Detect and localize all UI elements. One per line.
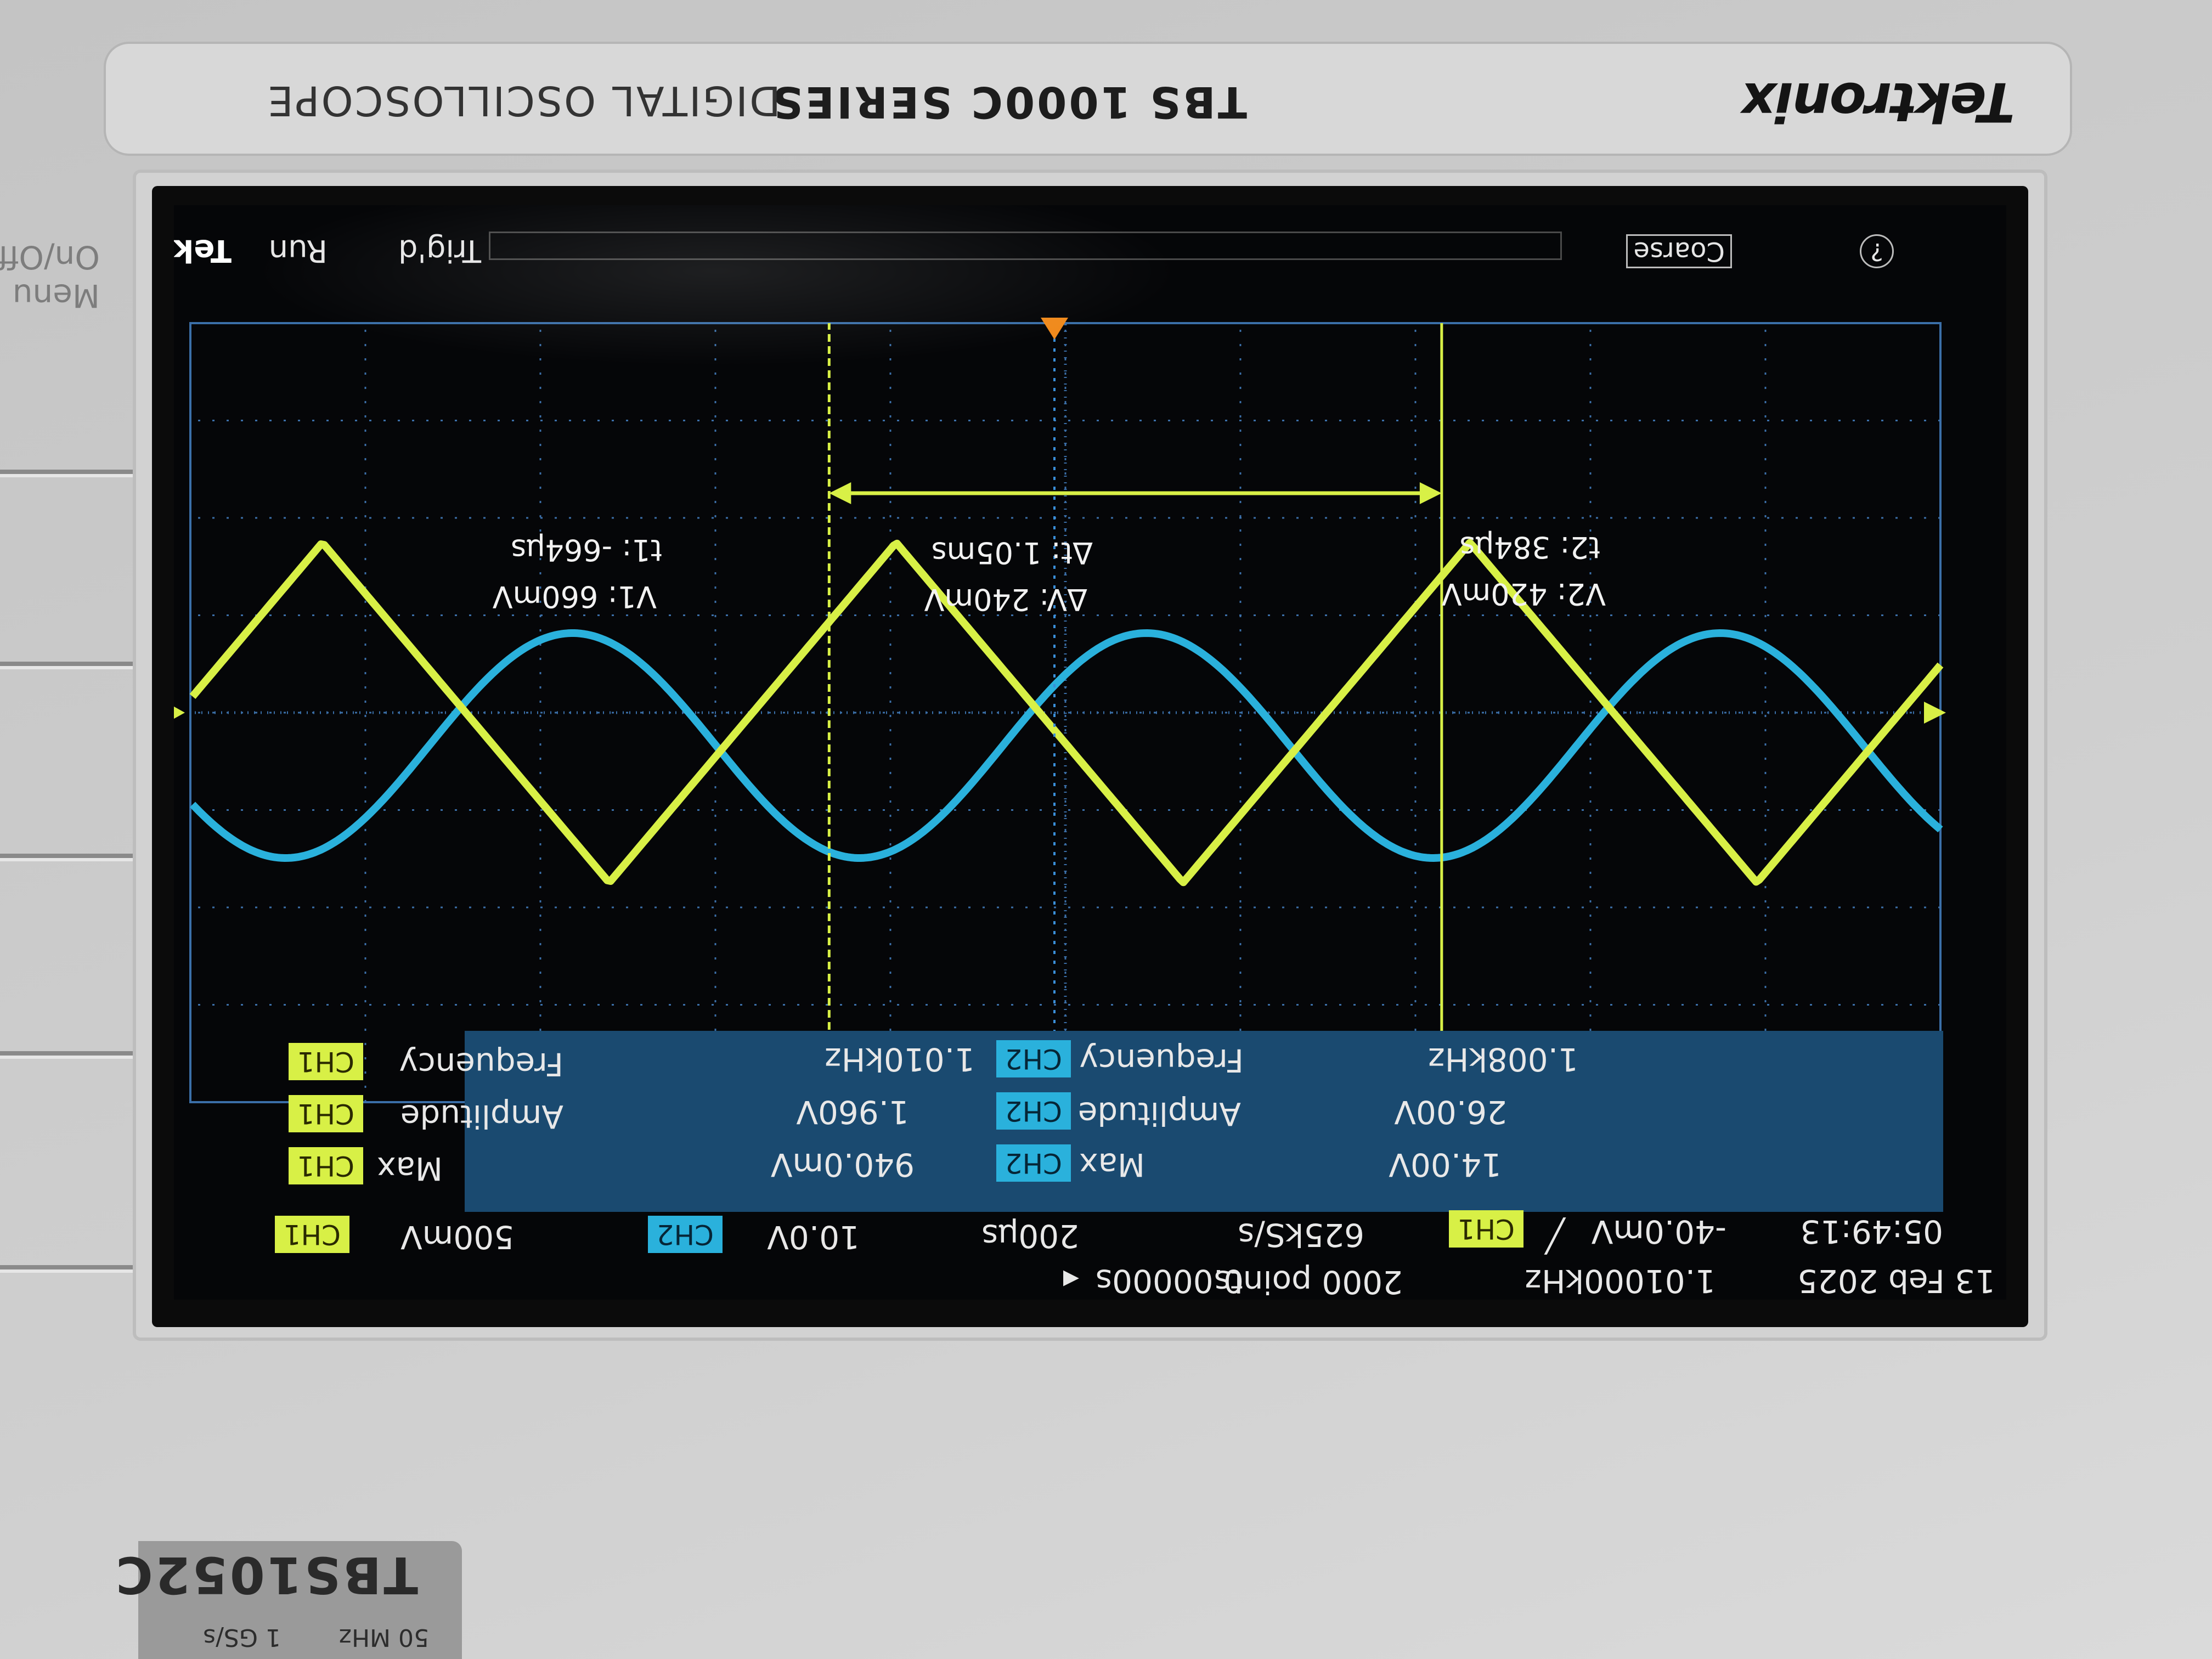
date: 13 Feb 2025 (1797, 1262, 1995, 1300)
meas-ch1-frequency-value: 1.010kHz (825, 1041, 975, 1078)
meas-ch1-max-value: 940.0mV (770, 1146, 915, 1183)
meas-ch2-badge-frequency: CH2 (996, 1040, 1071, 1077)
oscilloscope-photo: TBS1052C 50 MHz 1 GS/s Menu On/Off CH1 C… (0, 0, 2212, 1659)
meas-ch1-badge-max: CH1 (288, 1147, 363, 1184)
model-tag: TBS1052C 50 MHz 1 GS/s (114, 1541, 462, 1659)
cursor-v1-readout: V1: 660mV (492, 579, 657, 614)
model-name: TBS1052C (114, 1545, 418, 1604)
trigger-slope-icon: ╱ (1545, 1217, 1565, 1255)
delta-t-arrow-head-right (829, 482, 851, 504)
meas-ch2-amplitude-label: Amplitude (1077, 1095, 1241, 1132)
trigger-state: Trig'd (398, 233, 481, 268)
ch2-scale-badge[interactable]: CH2 (647, 1216, 723, 1253)
ch2-scale: 10.0V (767, 1218, 860, 1256)
meas-ch2-max-value: 14.00V (1389, 1146, 1502, 1183)
cursor-t2-readout: t2: 384μs (1459, 530, 1600, 565)
on-off-label-text: On/Off (0, 239, 100, 276)
meas-ch1-amplitude-label: Amplitude (400, 1098, 563, 1135)
record-view-bar (489, 232, 1562, 260)
brand-logo: Tektronix (1742, 70, 2015, 133)
trigger-level-marker (1924, 702, 1946, 724)
series-subtitle: DIGITAL OSCILLOSCOPE (266, 77, 781, 124)
ch1-ground-marker (174, 699, 185, 726)
meas-ch1-badge-frequency: CH1 (288, 1043, 363, 1080)
timebase: 200μs (981, 1217, 1079, 1255)
cursor-t1-readout: t1: -664μs (511, 533, 662, 567)
record-length: 2000 points (1214, 1263, 1403, 1300)
model-spec-sample-rate: 1 GS/s (203, 1623, 281, 1651)
coarse-fine-toggle[interactable]: Coarse (1626, 234, 1732, 268)
meas-ch2-amplitude-value: 26.00V (1394, 1093, 1507, 1131)
meas-ch2-badge-max: CH2 (996, 1144, 1071, 1182)
oscilloscope-display: CH1 CH1 CH1 Max Amplitude Frequency 940.… (174, 205, 2006, 1300)
delta-t-arrow (829, 482, 1442, 504)
acquisition-run-state: Run (268, 233, 328, 268)
meas-ch1-frequency-label: Frequency (399, 1046, 563, 1083)
model-spec-bandwidth: 50 MHz (338, 1623, 429, 1651)
meas-ch1-max-label: Max (377, 1150, 443, 1187)
meas-ch2-frequency-value: 1.008kHz (1428, 1041, 1578, 1078)
trigger-time-marker (1041, 318, 1068, 340)
horizontal-position-arrow-icon: ◂ (1063, 1262, 1079, 1300)
series-label: TBS 1000C SERIES (770, 77, 1247, 126)
trigger-source-badge[interactable]: CH1 (1448, 1210, 1523, 1248)
delta-t-arrow-head-left (1419, 482, 1442, 504)
trigger-level: -40.0mV (1591, 1213, 1726, 1250)
trigger-frequency: 1.01000kHz (1525, 1262, 1716, 1300)
ch1-scale: 500mV (400, 1218, 514, 1256)
meas-ch1-badge-amplitude: CH1 (288, 1095, 363, 1132)
ch1-scale-badge[interactable]: CH1 (274, 1216, 349, 1253)
cursor-dv-readout: ΔV: 240mV (924, 582, 1087, 617)
meas-ch1-amplitude-value: 1.960V (796, 1093, 909, 1131)
cursor-dt-readout: Δt: 1.05ms (931, 535, 1093, 570)
clock-time: 05:49:13 (1800, 1213, 1944, 1250)
meas-ch2-frequency-label: Frequency (1079, 1042, 1244, 1079)
front-label-strip: Tektronix TBS 1000C SERIES DIGITAL OSCIL… (104, 42, 2072, 156)
menu-on-off-label: Menu On/Off (0, 238, 100, 315)
cursor-v2-readout: V2: 420mV (1441, 577, 1606, 611)
meas-ch2-max-label: Max (1079, 1146, 1145, 1183)
tek-logo: Tek (174, 233, 232, 268)
menu-label-text: Menu (12, 277, 100, 314)
meas-ch2-badge-amplitude: CH2 (996, 1092, 1071, 1130)
help-icon[interactable]: ? (1860, 234, 1894, 268)
sample-rate: 625kS/s (1238, 1216, 1364, 1254)
